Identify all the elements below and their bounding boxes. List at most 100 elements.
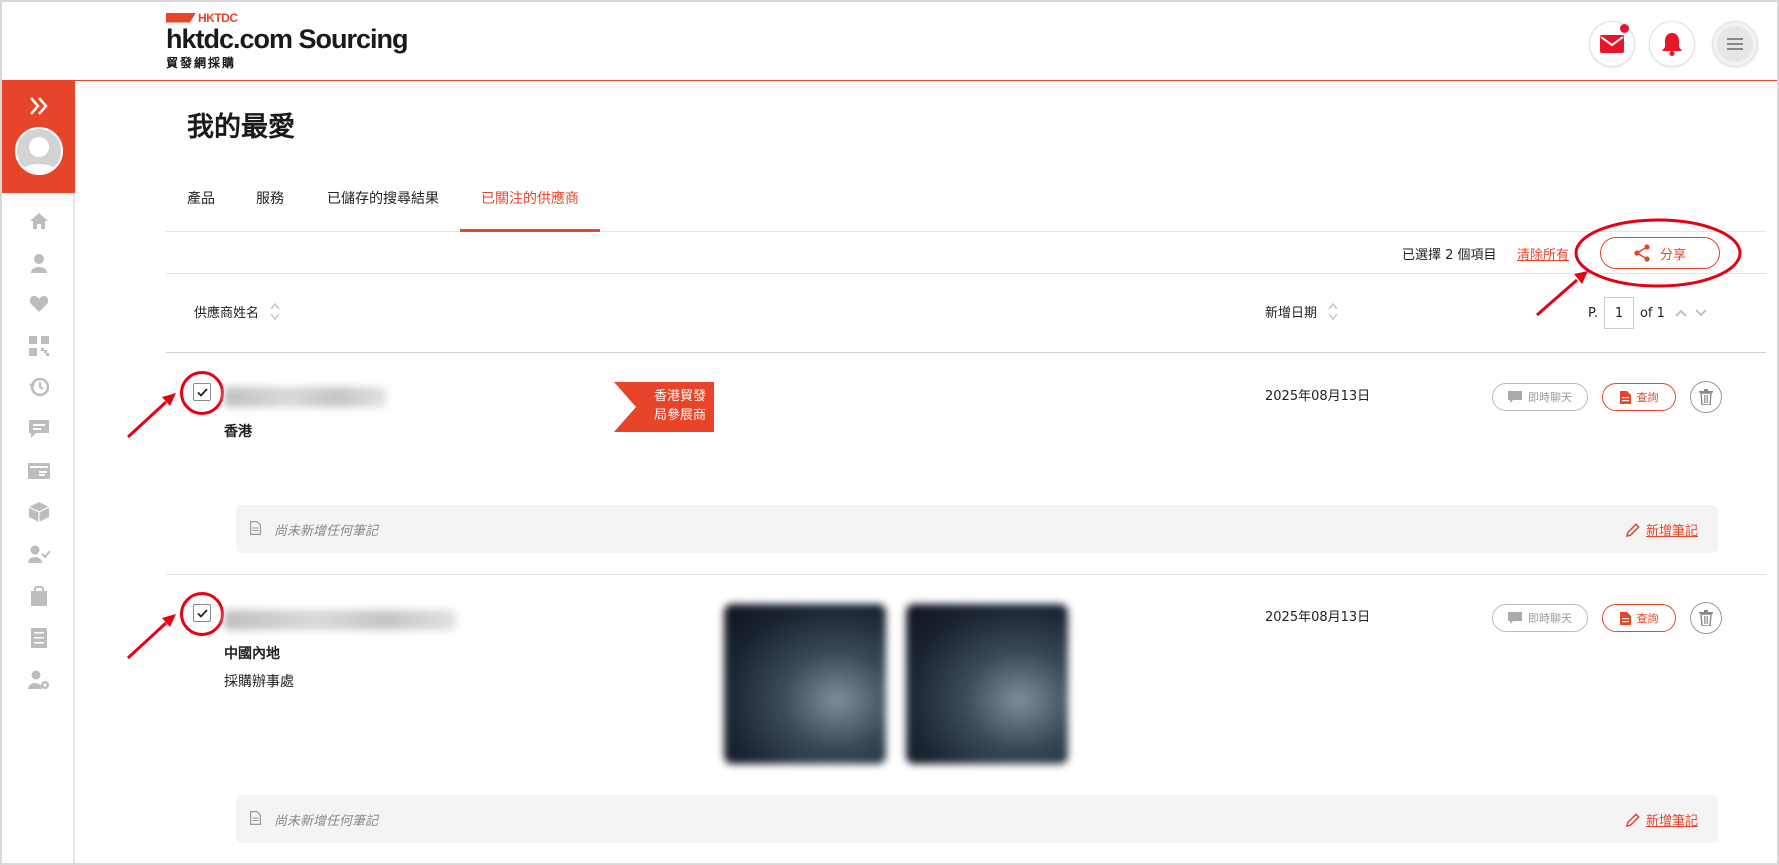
enquiry-label: 查詢 [1636,612,1659,625]
logo-brand: HKTDC [198,10,238,25]
page-next-button[interactable] [1695,309,1707,317]
share-label: 分享 [1659,247,1686,263]
row-checkbox[interactable] [193,604,211,622]
logo-mark: HKTDC [166,10,406,25]
supplier-name-blurred[interactable] [224,610,456,630]
heart-icon[interactable] [27,292,51,316]
app-window: HKTDC hktdc.com Sourcing 貿發網採購 我的最愛 產品 服… [0,0,1779,865]
logo-title: hktdc.com Sourcing [166,24,409,54]
supplier-image-thumbnail[interactable] [724,604,886,764]
live-chat-label: 即時聊天 [1528,391,1572,404]
share-icon [1634,244,1650,262]
note-icon [250,521,261,535]
page-prev-button[interactable] [1675,309,1687,317]
enquiry-button[interactable]: 查詢 [1602,383,1676,411]
note-bar: 尚未新增任何筆記 新增筆記 [236,505,1718,553]
pagination: P. 1 of 1 [1588,297,1707,329]
user-settings-icon[interactable] [27,668,51,692]
table-row: 中國內地 採購辦事處 2025年08月13日 即時聊天 查詢 尚未新增任何筆記 … [166,575,1766,863]
note-bar: 尚未新增任何筆記 新增筆記 [236,795,1718,843]
supplier-image-thumbnail[interactable] [906,604,1068,764]
history-icon[interactable] [27,375,51,399]
selection-count: 已選擇 2 個項目 [1402,248,1497,263]
favorites-tabs: 產品 服務 已儲存的搜尋結果 已關注的供應商 [166,172,1766,232]
col-date-added[interactable]: 新增日期 [1265,302,1317,321]
add-note-link[interactable]: 新增筆記 [1625,810,1698,829]
sort-icon[interactable] [270,301,280,321]
sidebar-profile-area [2,81,75,193]
enquiry-label: 查詢 [1636,391,1659,404]
col-supplier-name[interactable]: 供應商姓名 [194,302,259,321]
chevron-down-icon [1695,309,1707,317]
home-icon[interactable] [27,209,51,233]
box-icon[interactable] [27,500,51,524]
supplier-name-blurred[interactable] [224,387,386,407]
tab-products[interactable]: 產品 [187,188,215,226]
supplier-type: 採購辦事處 [224,674,294,690]
note-placeholder: 尚未新增任何筆記 [274,524,379,539]
avatar[interactable] [15,127,63,175]
share-button[interactable]: 分享 [1600,237,1720,269]
menu-icon [1717,26,1753,62]
note-placeholder: 尚未新增任何筆記 [274,814,379,829]
supplier-region: 中國內地 [224,646,280,662]
chat-icon[interactable] [27,417,51,441]
row-checkbox[interactable] [193,383,211,401]
unread-dot [1620,24,1629,33]
page-number-input[interactable]: 1 [1603,297,1634,329]
pencil-icon [1625,812,1640,827]
check-icon [196,387,208,397]
user-check-icon[interactable] [27,542,51,566]
pencil-icon [1625,522,1640,537]
notification-button[interactable] [1649,21,1695,67]
logo-flag-icon [166,12,196,23]
add-note-link[interactable]: 新增筆記 [1625,520,1698,539]
live-chat-button[interactable]: 即時聊天 [1492,383,1588,411]
check-icon [196,608,208,618]
id-card-icon[interactable] [27,459,51,483]
trash-icon [1699,610,1713,626]
live-chat-button[interactable]: 即時聊天 [1492,604,1588,632]
page-total: of 1 [1639,305,1665,321]
chat-icon [1508,612,1522,624]
sort-icon[interactable] [1328,301,1338,321]
date-added: 2025年08月13日 [1265,389,1371,404]
date-added: 2025年08月13日 [1265,610,1371,625]
table-header: 供應商姓名 新增日期 P. 1 of 1 [166,274,1766,353]
left-sidebar [2,81,75,863]
qr-code-icon[interactable] [27,334,51,358]
hktdc-logo[interactable]: HKTDC hktdc.com Sourcing 貿發網採購 [166,10,409,71]
menu-button[interactable] [1712,21,1758,67]
add-note-label: 新增筆記 [1645,814,1698,829]
selection-bar: 已選擇 2 個項目 清除所有 分享 [166,232,1766,274]
user-icon[interactable] [27,251,51,275]
tab-saved-searches[interactable]: 已儲存的搜尋結果 [327,188,439,226]
tab-services[interactable]: 服務 [256,188,284,226]
delete-button[interactable] [1690,602,1722,634]
enquiry-button[interactable]: 查詢 [1602,604,1676,632]
list-icon[interactable] [27,626,51,650]
double-chevron-right-icon[interactable] [26,93,52,119]
bag-icon[interactable] [27,584,51,608]
table-row: 香港 香港貿發 局參展商 2025年08月13日 即時聊天 查詢 尚未新增任何筆… [166,353,1766,575]
page-prefix: P. [1588,305,1598,321]
tab-followed-suppliers[interactable]: 已關注的供應商 [481,188,579,226]
live-chat-label: 即時聊天 [1528,612,1572,625]
page-title: 我的最愛 [187,112,295,143]
mail-icon [1600,35,1624,53]
chevron-up-icon [1675,309,1687,317]
supplier-region: 香港 [224,424,252,440]
trash-icon [1699,389,1713,405]
top-header: HKTDC hktdc.com Sourcing 貿發網採購 [2,2,1777,81]
clear-all-link[interactable]: 清除所有 [1517,244,1569,263]
delete-button[interactable] [1690,381,1722,413]
mail-button[interactable] [1589,21,1635,67]
add-note-label: 新增筆記 [1645,524,1698,539]
document-icon [1619,611,1631,625]
chat-icon [1508,391,1522,403]
bell-icon [1662,33,1682,56]
exhibitor-badge: 香港貿發 局參展商 [614,382,714,432]
badge-line-1: 香港貿發 [653,389,706,404]
document-icon [1619,390,1631,404]
logo-subtitle: 貿發網採購 [166,56,237,70]
